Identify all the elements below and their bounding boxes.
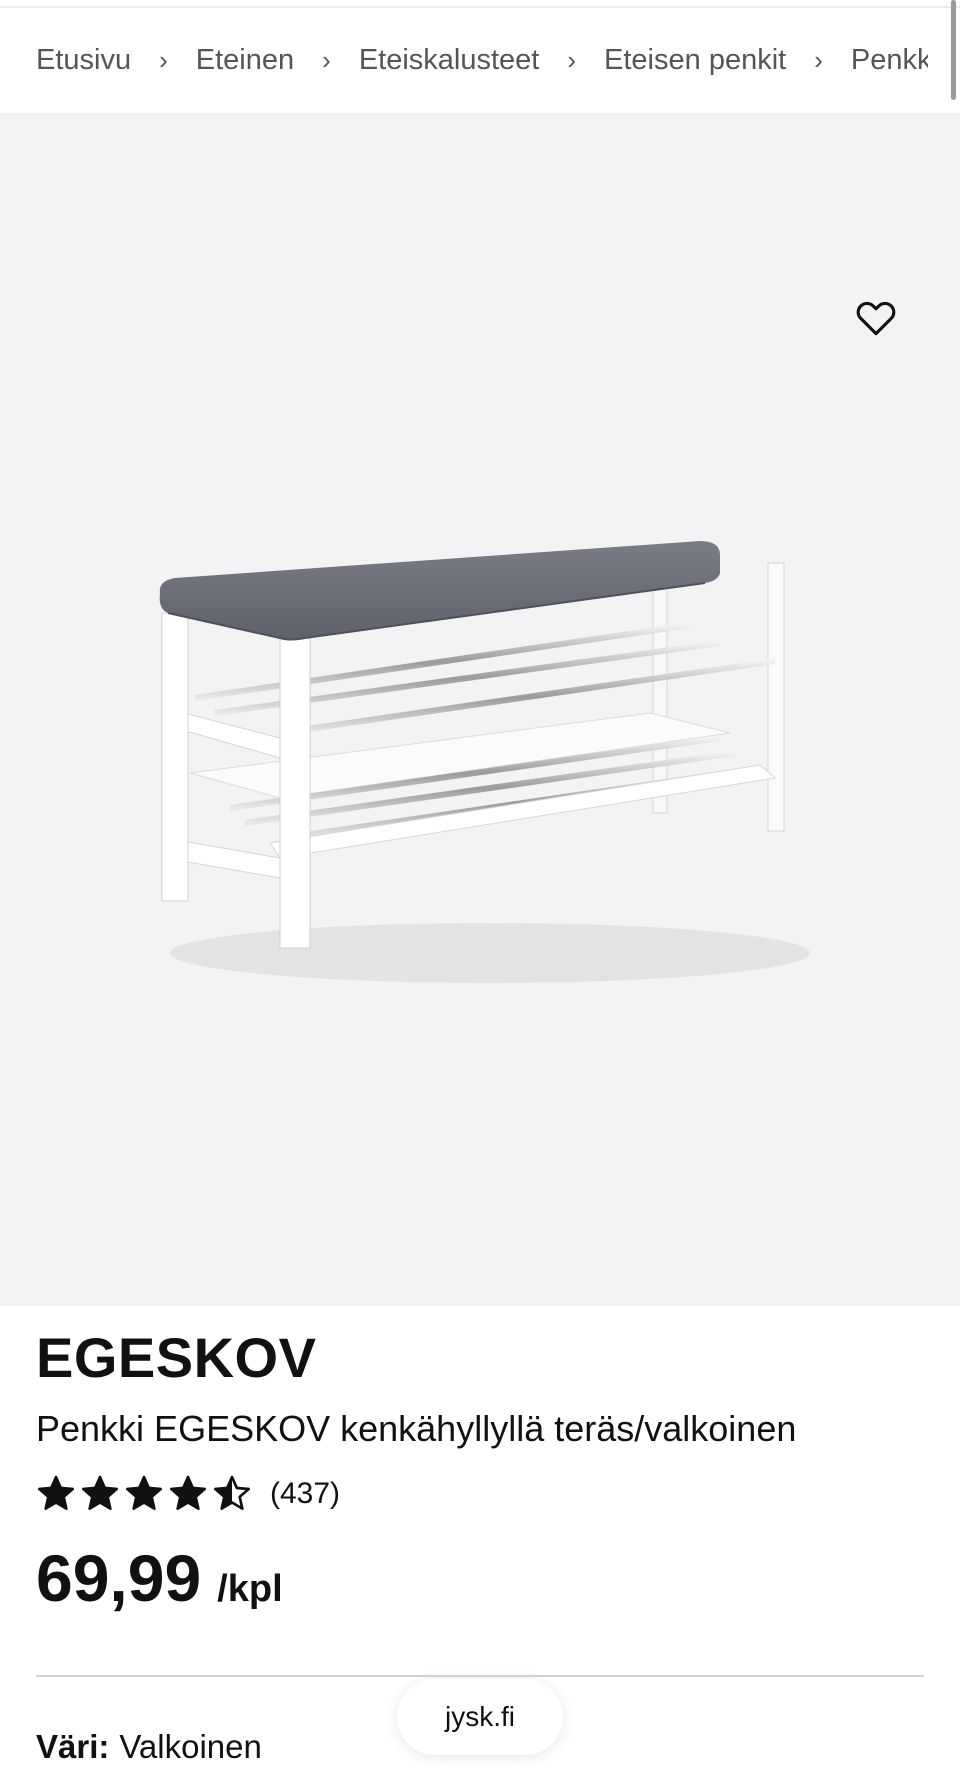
breadcrumb-item-current[interactable]: Penkki E	[851, 44, 928, 77]
breadcrumb-item-etusivu[interactable]: Etusivu	[36, 44, 131, 77]
star-filled-icon	[38, 1475, 74, 1510]
scroll-indicator[interactable]	[951, 0, 956, 100]
star-filled-icon	[82, 1475, 118, 1510]
price-value: 69,99	[36, 1541, 202, 1615]
breadcrumb-item-eteisen-penkit[interactable]: Eteisen penkit	[604, 44, 786, 77]
price-unit: /kpl	[217, 1568, 283, 1610]
review-count[interactable]: (437)	[270, 1477, 340, 1511]
rating-stars	[36, 1474, 256, 1514]
breadcrumb-item-eteinen[interactable]: Eteinen	[196, 44, 294, 77]
product-image-gallery[interactable]	[0, 113, 960, 1306]
product-image	[159, 541, 810, 983]
breadcrumb-item-eteiskalusteet[interactable]: Eteiskalusteet	[359, 44, 540, 77]
product-price: 69,99 /kpl	[36, 1540, 283, 1616]
heart-outline-icon	[856, 301, 896, 336]
breadcrumb: Etusivu › Eteinen › Eteiskalusteet › Ete…	[0, 8, 928, 112]
chevron-right-icon: ›	[567, 44, 577, 75]
section-divider	[36, 1675, 924, 1677]
star-filled-icon	[126, 1475, 163, 1510]
star-half-icon	[214, 1475, 251, 1510]
color-value: Valkoinen	[119, 1728, 262, 1765]
product-brand: EGESKOV	[36, 1326, 317, 1389]
color-selector[interactable]: Väri: Valkoinen	[36, 1728, 262, 1766]
color-label: Väri:	[36, 1728, 110, 1765]
product-rating[interactable]: (437)	[36, 1472, 340, 1516]
star-filled-icon	[170, 1475, 207, 1510]
chevron-right-icon: ›	[159, 44, 168, 75]
product-name: Penkki EGESKOV kenkähyllyllä teräs/valko…	[36, 1408, 797, 1449]
browser-address-pill[interactable]: jysk.fi	[397, 1679, 563, 1755]
chevron-right-icon: ›	[322, 44, 331, 75]
chevron-right-icon: ›	[814, 44, 823, 75]
favorite-button[interactable]	[852, 293, 900, 341]
